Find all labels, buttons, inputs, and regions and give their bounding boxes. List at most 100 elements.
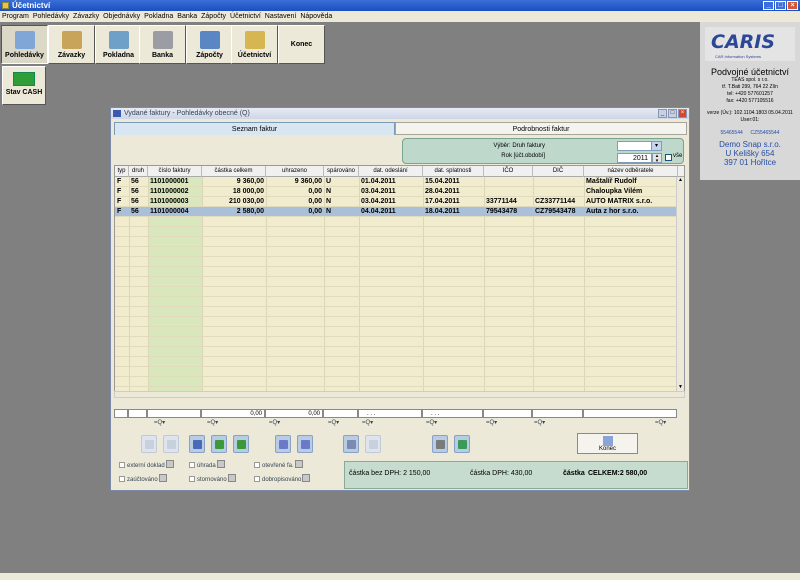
maximize-icon[interactable]: □ xyxy=(775,1,786,10)
horizontal-scrollbar[interactable] xyxy=(114,391,685,398)
version-info: verze (Úv.): 102.1104.1803 05.04.2011 xyxy=(707,110,793,116)
col-ico[interactable]: IČO xyxy=(484,166,533,177)
move-last-button[interactable] xyxy=(233,435,249,453)
filter-druh[interactable] xyxy=(128,409,147,418)
filter-op-icon[interactable]: =Q▾ xyxy=(154,419,165,427)
menu-nastaveni[interactable]: Nastavení xyxy=(263,11,299,22)
col-typ[interactable]: typ xyxy=(115,166,129,177)
col-druh[interactable]: druh xyxy=(129,166,148,177)
tab-seznam-faktur[interactable]: Seznam faktur xyxy=(114,122,395,135)
col-castka[interactable]: částka celkem xyxy=(202,166,266,177)
filter-op-icon[interactable]: =Q▾ xyxy=(486,419,497,427)
menu-objednavky[interactable]: Objednávky xyxy=(101,11,142,22)
sum-uhrazeno[interactable]: 0,00 xyxy=(265,409,323,418)
empty-row xyxy=(115,337,678,347)
filter-splatnost[interactable]: . . . xyxy=(422,409,483,418)
col-sparovano[interactable]: spárováno xyxy=(324,166,359,177)
all-checkbox[interactable] xyxy=(665,154,672,161)
filter-sparovano[interactable] xyxy=(323,409,358,418)
search-record-button[interactable] xyxy=(189,435,205,453)
move-down-button[interactable] xyxy=(211,435,227,453)
company-address: tř. T.Bati 299, 764 22 Zlín xyxy=(722,84,778,90)
filter-op-icon[interactable]: =Q▾ xyxy=(362,419,373,427)
filter-ico[interactable] xyxy=(483,409,532,418)
dialog-minimize-icon[interactable]: _ xyxy=(658,109,667,118)
filter-dic[interactable] xyxy=(532,409,583,418)
banka-button[interactable]: Banka xyxy=(139,25,186,64)
menu-ucetnictvi[interactable]: Účetnictví xyxy=(228,11,263,22)
konec-button[interactable]: Konec xyxy=(278,25,325,64)
menu-napoveda[interactable]: Nápověda xyxy=(298,11,334,22)
scroll-down-icon[interactable]: ▼ xyxy=(677,384,684,391)
menu-program[interactable]: Program xyxy=(0,11,31,22)
company-fax: fax: +420 577105516 xyxy=(726,98,774,104)
menu-zapocty[interactable]: Zápočty xyxy=(199,11,228,22)
col-odeslani[interactable]: dat. odeslání xyxy=(359,166,423,177)
zapocty-button[interactable]: Zápočty xyxy=(186,25,233,64)
chevron-down-icon[interactable]: ▾ xyxy=(651,141,662,151)
tab-podrobnosti-faktur[interactable]: Podrobnosti faktur xyxy=(395,122,687,135)
filter-mode-icon[interactable] xyxy=(216,460,225,468)
dobropisy-checkbox[interactable]: dobropisováno xyxy=(254,474,311,484)
minimize-icon[interactable]: _ xyxy=(763,1,774,10)
sum-castka[interactable]: 0,00 xyxy=(201,409,265,418)
filter-op-icon[interactable]: =Q▾ xyxy=(534,419,545,427)
pokladna-button[interactable]: Pokladna xyxy=(95,25,142,64)
vertical-scrollbar[interactable]: ▲ ▼ xyxy=(676,177,684,391)
move-up-button[interactable] xyxy=(163,435,179,453)
clear-filter-button[interactable] xyxy=(365,435,381,453)
scroll-up-icon[interactable]: ▲ xyxy=(677,177,684,184)
menu-zavazky[interactable]: Závazky xyxy=(71,11,101,22)
col-dic[interactable]: DIČ xyxy=(533,166,584,177)
filter-op-icon[interactable]: =Q▾ xyxy=(207,419,218,427)
close-icon[interactable]: × xyxy=(787,1,798,10)
filter-op-icon[interactable]: =Q▾ xyxy=(269,419,280,427)
filter-op-icon[interactable]: =Q▾ xyxy=(655,419,666,427)
col-cislo[interactable]: číslo faktury xyxy=(148,166,202,177)
col-uhrazeno[interactable]: uhrazeno xyxy=(266,166,324,177)
stornovano-checkbox[interactable]: stornováno xyxy=(189,474,236,484)
filter-cislo[interactable] xyxy=(147,409,201,418)
zauctovano-checkbox[interactable]: zaúčtováno xyxy=(119,474,167,484)
filter-op-icon[interactable]: =Q▾ xyxy=(328,419,339,427)
table-row[interactable]: F 56 1101000004 2 580,00 0,00 N 04.04.2011 18.0… xyxy=(115,207,678,217)
zavazky-button[interactable]: Závazky xyxy=(48,25,95,64)
filter-mode-icon[interactable] xyxy=(165,460,174,468)
refresh-button[interactable] xyxy=(454,435,470,453)
uhrada-checkbox[interactable]: úhrada xyxy=(189,460,225,470)
menu-banka[interactable]: Banka xyxy=(175,11,199,22)
print-button[interactable] xyxy=(432,435,448,453)
menu-pohledavky[interactable]: Pohledávky xyxy=(31,11,71,22)
filter-button[interactable] xyxy=(343,435,359,453)
col-nazev[interactable]: název odběratele xyxy=(584,166,678,177)
year-spinner[interactable]: ▴ ▾ xyxy=(652,153,662,164)
dialog-maximize-icon[interactable]: □ xyxy=(668,109,677,118)
externi-checkbox[interactable]: externí doklad xyxy=(119,460,174,470)
filter-mode-icon[interactable] xyxy=(158,474,167,482)
stav-cash-button[interactable]: Stav CASH xyxy=(2,66,46,105)
cell-splatnost: 15.04.2011 xyxy=(425,178,460,185)
table-row[interactable]: F 56 1101000003 210 030,00 0,00 N 03.04.2011 17… xyxy=(115,197,678,207)
dialog-konec-button[interactable]: Konec xyxy=(577,433,638,454)
table-row[interactable]: F 56 1101000001 9 360,00 9 360,00 U 01.04.2011… xyxy=(115,177,678,187)
filter-mode-icon[interactable] xyxy=(294,460,303,468)
move-first-button[interactable] xyxy=(141,435,157,453)
filter-op-icon[interactable]: =Q▾ xyxy=(426,419,437,427)
otevrene-checkbox[interactable]: otevřené fa. xyxy=(254,460,303,470)
filter-typ[interactable] xyxy=(114,409,128,418)
menu-pokladna[interactable]: Pokladna xyxy=(142,11,175,22)
list-record-button[interactable] xyxy=(297,435,313,453)
col-splatnost[interactable]: dat. splatnosti xyxy=(423,166,484,177)
pohledavky-button[interactable]: Pohledávky xyxy=(1,25,48,64)
edit-record-button[interactable] xyxy=(275,435,291,453)
cell-dic xyxy=(535,177,582,187)
table-row[interactable]: F 56 1101000002 18 000,00 0,00 N 03.04.2011 28.… xyxy=(115,187,678,197)
filter-odeslani[interactable]: . . . xyxy=(358,409,422,418)
year-input[interactable]: 2011 xyxy=(617,153,652,163)
status-bar xyxy=(0,573,800,580)
dialog-close-icon[interactable]: × xyxy=(678,109,687,118)
filter-nazev[interactable] xyxy=(583,409,677,418)
filter-mode-icon[interactable] xyxy=(227,474,236,482)
filter-mode-icon[interactable] xyxy=(302,474,311,482)
ucetnictvi-button[interactable]: Účetnictví xyxy=(231,25,278,64)
